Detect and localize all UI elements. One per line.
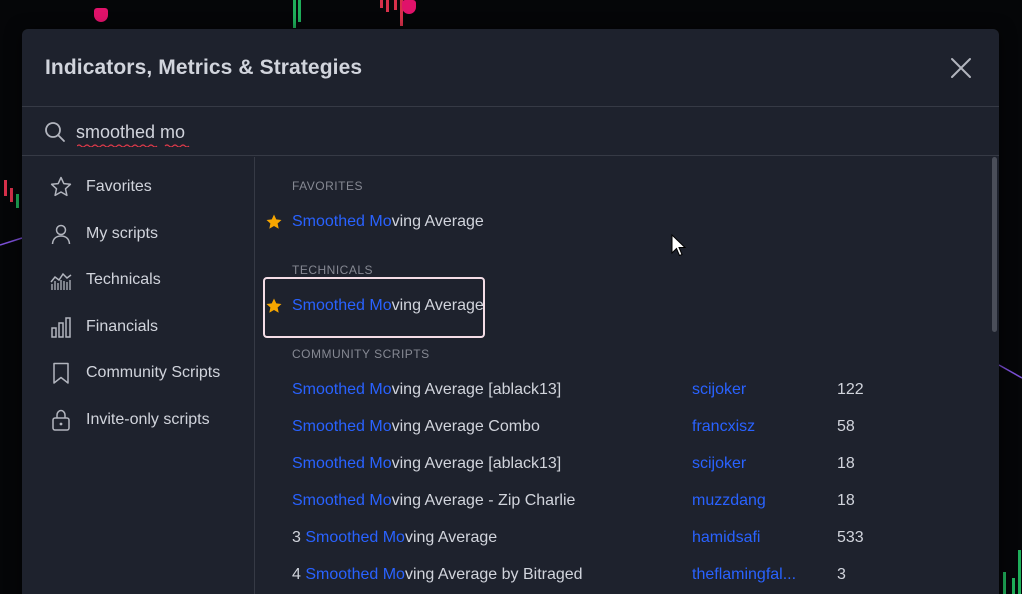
rest-text: ving Average by Bitraged	[404, 566, 583, 583]
result-name: 4 Smoothed Moving Average by Bitraged	[292, 566, 583, 584]
likes-count: 122	[837, 381, 864, 398]
prefix-text: 3	[292, 529, 306, 546]
likes-count: 18	[837, 492, 855, 509]
results-list: FAVORITES Smoothed Moving Average TECHNI…	[256, 157, 999, 594]
scrollbar-thumb[interactable]	[992, 157, 997, 332]
author-link[interactable]: hamidsafi	[692, 529, 760, 547]
sidebar-item-invite-only-scripts[interactable]: Invite-only scripts	[22, 399, 254, 441]
result-row-community[interactable]: 4 Smoothed Moving Average by Bitraged th…	[256, 558, 992, 592]
rest-text: ving Average	[391, 213, 484, 230]
result-row-community[interactable]: Smoothed Moving Average Combo francxisz …	[256, 410, 992, 444]
sidebar-item-label: Technicals	[86, 271, 161, 288]
result-name: 3 Smoothed Moving Average	[292, 529, 497, 547]
match-text: Smoothed Mo	[292, 297, 392, 314]
result-name: Smoothed Moving Average Combo	[292, 418, 540, 436]
match-text: Smoothed Mo	[292, 418, 392, 435]
author-link[interactable]: francxisz	[692, 418, 755, 436]
match-text: Smoothed Mo	[292, 492, 392, 509]
section-header-community: COMMUNITY SCRIPTS	[292, 347, 430, 361]
result-name: Smoothed Moving Average - Zip Charlie	[292, 492, 575, 510]
result-name: Smoothed Moving Average [ablack13]	[292, 455, 561, 473]
sidebar: Favorites My scripts Technicals Financia…	[22, 157, 255, 594]
user-icon	[51, 224, 71, 245]
rest-text: ving Average [ablack13]	[391, 455, 562, 472]
match-text: Smoothed Mo	[292, 455, 392, 472]
star-filled-icon[interactable]	[265, 213, 283, 231]
rest-text: ving Average - Zip Charlie	[391, 492, 576, 509]
rest-text: ving Average	[391, 297, 484, 314]
dialog-header: Indicators, Metrics & Strategies	[22, 29, 999, 107]
result-name: Smoothed Moving Average	[292, 213, 484, 231]
result-row-community[interactable]: Smoothed Moving Average [ablack13] scijo…	[256, 447, 992, 481]
star-filled-icon[interactable]	[265, 297, 283, 315]
search-bar	[22, 108, 999, 156]
author-link[interactable]: theflamingfal...	[692, 566, 796, 584]
result-row-community[interactable]: 3 Smoothed Moving Average hamidsafi 533	[256, 521, 992, 555]
mouse-cursor-icon	[671, 234, 687, 257]
chart-marker	[94, 8, 108, 22]
match-text: Smoothed Mo	[305, 566, 405, 583]
sidebar-item-technicals[interactable]: Technicals	[22, 259, 254, 301]
dialog-title: Indicators, Metrics & Strategies	[45, 56, 363, 79]
result-row-favorite[interactable]: Smoothed Moving Average	[256, 205, 992, 239]
bar-chart-icon	[51, 317, 71, 338]
sidebar-item-label: Community Scripts	[86, 364, 221, 381]
match-text: Smoothed Mo	[292, 381, 392, 398]
chart-area-icon	[50, 272, 72, 290]
sidebar-item-favorites[interactable]: Favorites	[22, 166, 254, 208]
likes-count: 58	[837, 418, 855, 435]
close-button[interactable]	[949, 56, 973, 80]
sidebar-item-financials[interactable]: Financials	[22, 306, 254, 348]
likes-count: 18	[837, 455, 855, 472]
rest-text: ving Average	[404, 529, 498, 546]
likes-count: 533	[837, 529, 864, 546]
result-row-community[interactable]: Smoothed Moving Average - Zip Charlie mu…	[256, 484, 992, 518]
result-row-technical[interactable]: Smoothed Moving Average	[256, 289, 992, 323]
match-text: Smoothed Mo	[292, 213, 392, 230]
prefix-text: 4	[292, 566, 306, 583]
result-name: Smoothed Moving Average	[292, 297, 484, 315]
sidebar-item-my-scripts[interactable]: My scripts	[22, 213, 254, 255]
section-header-technicals: TECHNICALS	[292, 263, 374, 277]
indicators-dialog: Indicators, Metrics & Strategies smoothe…	[22, 29, 999, 594]
screen: Indicators, Metrics & Strategies smoothe…	[0, 0, 1022, 594]
sidebar-item-label: Financials	[86, 318, 159, 335]
rest-text: ving Average [ablack13]	[391, 381, 562, 398]
star-outline-icon	[50, 176, 72, 197]
bookmark-icon	[53, 362, 69, 384]
lock-icon	[52, 409, 70, 431]
spellcheck-underline	[77, 144, 190, 147]
author-link[interactable]: scijoker	[692, 455, 746, 473]
search-icon	[45, 122, 65, 142]
chart-marker	[402, 0, 416, 14]
author-link[interactable]: scijoker	[692, 381, 746, 399]
close-icon	[951, 58, 971, 78]
sidebar-item-label: My scripts	[86, 225, 158, 242]
author-link[interactable]: muzzdang	[692, 492, 766, 510]
sidebar-item-community-scripts[interactable]: Community Scripts	[22, 352, 254, 394]
likes-count: 3	[837, 566, 846, 583]
rest-text: ving Average Combo	[391, 418, 540, 435]
result-row-community[interactable]: Smoothed Moving Average [ablack13] scijo…	[256, 373, 992, 407]
sidebar-item-label: Invite-only scripts	[86, 411, 210, 428]
sidebar-item-label: Favorites	[86, 178, 152, 195]
match-text: Smoothed Mo	[305, 529, 405, 546]
result-name: Smoothed Moving Average [ablack13]	[292, 381, 561, 399]
section-header-favorites: FAVORITES	[292, 179, 363, 193]
